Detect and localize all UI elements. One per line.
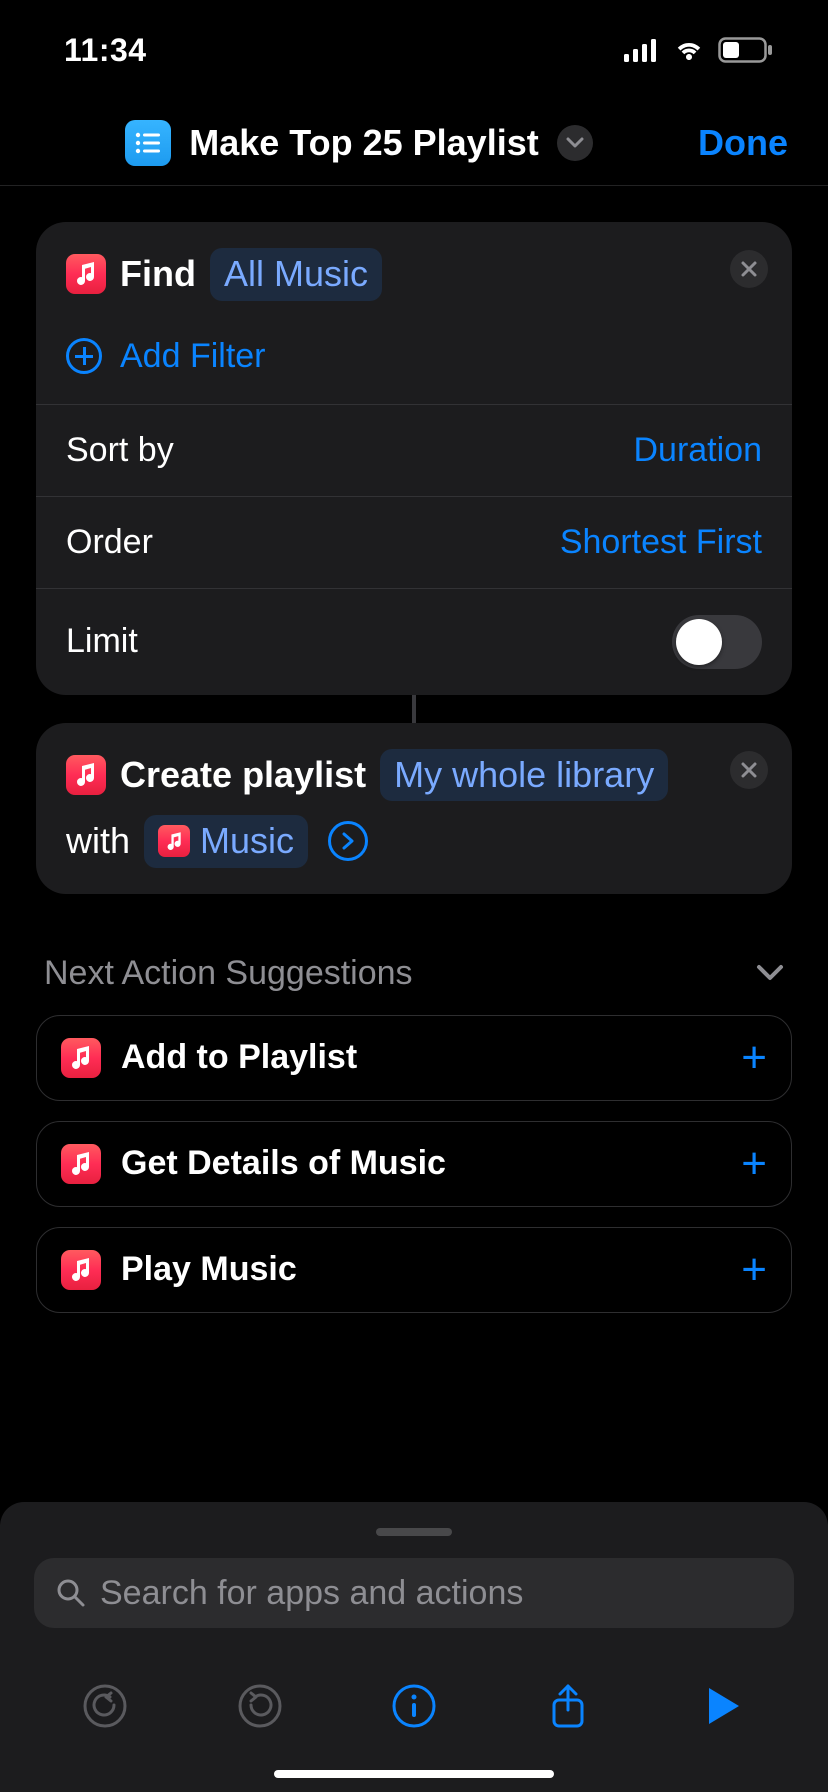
search-icon [56,1578,86,1608]
create-playlist-label: Create playlist [120,751,366,800]
status-indicators [624,37,774,63]
music-app-icon [61,1144,101,1184]
playlist-source-token[interactable]: Music [144,815,308,868]
source-token-label: Music [200,817,294,866]
chevron-down-icon [566,137,584,149]
order-value[interactable]: Shortest First [560,523,762,562]
add-suggestion-button[interactable]: + [741,1248,767,1292]
panel-grabber[interactable] [376,1528,452,1536]
limit-row: Limit [36,588,792,695]
find-scope-token[interactable]: All Music [210,248,382,301]
add-suggestion-button[interactable]: + [741,1036,767,1080]
suggestion-item[interactable]: Get Details of Music + [36,1121,792,1207]
action-options-button[interactable] [328,821,368,861]
suggestions-header[interactable]: Next Action Suggestions [36,894,792,1015]
title-chevron-button[interactable] [557,125,593,161]
close-icon [740,260,758,278]
add-filter-button[interactable]: Add Filter [36,327,792,404]
playlist-name-token[interactable]: My whole library [380,749,668,802]
navigation-bar: Make Top 25 Playlist Done [0,100,828,186]
home-indicator[interactable] [274,1770,554,1778]
order-row[interactable]: Order Shortest First [36,496,792,588]
done-button[interactable]: Done [698,122,788,164]
battery-icon [718,37,774,63]
close-icon [740,761,758,779]
plus-circle-icon [66,338,102,374]
order-label: Order [66,523,153,562]
sort-by-value[interactable]: Duration [633,431,762,470]
play-icon [703,1684,743,1728]
page-title[interactable]: Make Top 25 Playlist [189,122,538,164]
suggestion-item[interactable]: Play Music + [36,1227,792,1313]
wifi-icon [672,38,706,62]
action-create-playlist-card: Create playlist My whole library with Mu… [36,723,792,894]
action-find-header[interactable]: Find All Music [36,222,792,327]
suggestion-item[interactable]: Add to Playlist + [36,1015,792,1101]
music-app-icon [158,825,190,857]
status-time: 11:34 [64,32,147,69]
sort-by-label: Sort by [66,431,174,470]
share-button[interactable] [542,1680,594,1732]
shortcut-list-icon [125,120,171,166]
chevron-down-icon [756,964,784,982]
with-label: with [66,817,130,866]
sort-by-row[interactable]: Sort by Duration [36,404,792,496]
action-create-header[interactable]: Create playlist My whole library with Mu… [36,723,792,894]
suggestions-title: Next Action Suggestions [44,954,413,993]
redo-button[interactable] [234,1680,286,1732]
info-icon [391,1683,437,1729]
search-input[interactable]: Search for apps and actions [34,1558,794,1628]
music-app-icon [66,254,106,294]
chevron-right-icon [341,832,355,850]
remove-action-button[interactable] [730,250,768,288]
action-connector [412,695,416,723]
undo-button[interactable] [79,1680,131,1732]
signal-icon [624,38,660,62]
limit-toggle[interactable] [672,615,762,669]
suggestion-label: Get Details of Music [121,1144,721,1183]
find-label: Find [120,250,196,299]
action-find-music-card: Find All Music Add Filter Sort by Durati… [36,222,792,695]
add-suggestion-button[interactable]: + [741,1142,767,1186]
redo-icon [237,1683,283,1729]
add-filter-label: Add Filter [120,337,266,376]
music-app-icon [61,1038,101,1078]
music-app-icon [66,755,106,795]
share-icon [548,1682,588,1730]
info-button[interactable] [388,1680,440,1732]
suggestion-label: Play Music [121,1250,721,1289]
search-panel: Search for apps and actions [0,1502,828,1658]
remove-action-button[interactable] [730,751,768,789]
run-button[interactable] [697,1680,749,1732]
suggestion-label: Add to Playlist [121,1038,721,1077]
status-bar: 11:34 [0,0,828,100]
music-app-icon [61,1250,101,1290]
search-placeholder: Search for apps and actions [100,1574,523,1613]
undo-icon [82,1683,128,1729]
limit-label: Limit [66,622,138,661]
